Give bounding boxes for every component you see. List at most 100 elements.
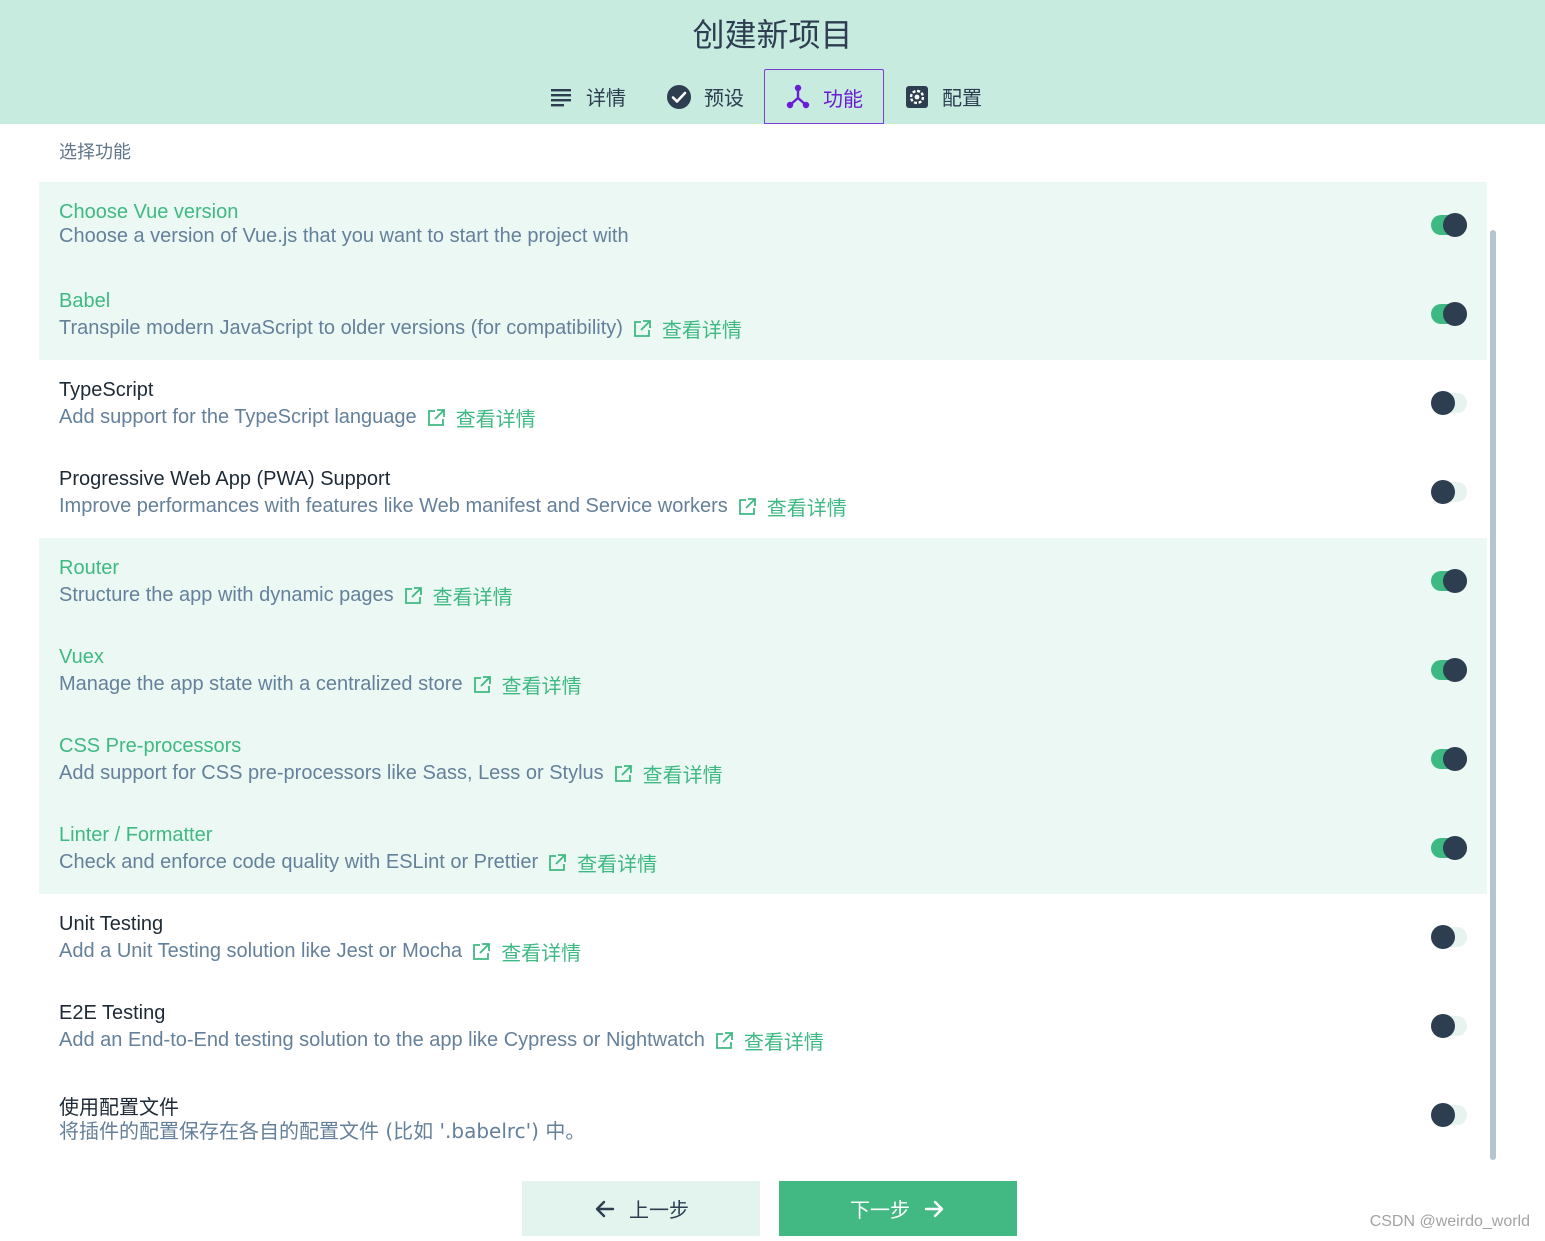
toggle-knob [1431,925,1455,949]
feature-name: Unit Testing [59,913,164,935]
feature-row[interactable]: E2E Testing Add an End-to-End testing sol… [39,983,1487,1072]
feature-description-text: Manage the app state with a centralized … [59,673,463,695]
feature-toggle[interactable] [1431,391,1467,415]
arrow-right-icon [922,1197,946,1221]
feature-description: Add an End-to-End testing solution to th… [59,1026,824,1055]
feature-row[interactable]: Router Structure the app with dynamic pag… [39,538,1487,627]
fork-icon [785,84,811,110]
next-button[interactable]: 下一步 [779,1181,1017,1236]
feature-toggle[interactable] [1431,658,1467,682]
feature-row[interactable]: Choose Vue version Choose a version of Vu… [39,182,1487,271]
scrollbar[interactable] [1490,230,1496,1160]
feature-row[interactable]: Unit Testing Add a Unit Testing solution … [39,894,1487,983]
next-label: 下一步 [850,1198,910,1222]
external-link-icon[interactable] [714,1031,734,1051]
external-link-icon[interactable] [613,764,633,784]
tab-presets[interactable]: 预设 [646,69,764,124]
feature-name: Router [59,557,120,579]
feature-description-text: 将插件的配置保存在各自的配置文件 (比如 '.babelrc') 中。 [59,1119,586,1143]
toggle-knob [1443,569,1467,593]
tab-label: 配置 [942,86,982,110]
more-info-link[interactable]: 查看详情 [433,581,513,610]
feature-name: E2E Testing [59,1002,166,1024]
feature-toggle[interactable] [1431,1103,1467,1127]
feature-toggle[interactable] [1431,747,1467,771]
feature-name: Progressive Web App (PWA) Support [59,468,391,490]
feature-list: Choose Vue version Choose a version of Vu… [39,182,1487,1161]
feature-row[interactable]: CSS Pre-processors Add support for CSS pr… [39,716,1487,805]
feature-description-text: Add a Unit Testing solution like Jest or… [59,940,463,962]
feature-description: Manage the app state with a centralized … [59,670,582,699]
external-link-icon[interactable] [426,408,446,428]
tab-config[interactable]: 配置 [884,69,1002,124]
feature-description-text: Check and enforce code quality with ESLi… [59,851,539,873]
check-circle-icon [666,84,692,110]
arrow-left-icon [593,1197,617,1221]
feature-description: Add support for CSS pre-processors like … [59,759,723,788]
feature-name: Choose Vue version [59,201,239,223]
more-info-link[interactable]: 查看详情 [501,937,581,966]
feature-description-text: Add support for CSS pre-processors like … [59,762,604,784]
toggle-knob [1443,836,1467,860]
more-info-link[interactable]: 查看详情 [744,1026,824,1055]
tab-label: 预设 [704,86,744,110]
feature-description-text: Structure the app with dynamic pages [59,584,394,606]
feature-row[interactable]: Progressive Web App (PWA) Support Improve… [39,449,1487,538]
feature-description-text: Transpile modern JavaScript to older ver… [59,317,623,339]
external-link-icon[interactable] [547,853,567,873]
feature-description: Transpile modern JavaScript to older ver… [59,314,742,343]
feature-description: 将插件的配置保存在各自的配置文件 (比如 '.babelrc') 中。 [59,1115,585,1144]
more-info-link[interactable]: 查看详情 [767,492,847,521]
feature-toggle[interactable] [1431,836,1467,860]
external-link-icon[interactable] [403,586,423,606]
feature-name: Babel [59,290,111,312]
more-info-link[interactable]: 查看详情 [643,759,723,788]
header: 创建新项目 详情 预设 功能 配置 [0,0,1545,124]
feature-toggle[interactable] [1431,302,1467,326]
feature-row[interactable]: Babel Transpile modern JavaScript to olde… [39,271,1487,360]
feature-name: Linter / Formatter [59,824,213,846]
list-icon [548,84,574,110]
toggle-knob [1443,302,1467,326]
toggle-knob [1431,391,1455,415]
feature-description: Improve performances with features like … [59,492,847,521]
feature-row[interactable]: 使用配置文件 将插件的配置保存在各自的配置文件 (比如 '.babelrc') 中… [39,1072,1487,1161]
feature-toggle[interactable] [1431,925,1467,949]
feature-toggle[interactable] [1431,569,1467,593]
feature-description-text: Add an End-to-End testing solution to th… [59,1029,705,1051]
external-link-icon[interactable] [632,319,652,339]
tab-label: 功能 [823,86,863,111]
more-info-link[interactable]: 查看详情 [662,314,742,343]
feature-description-text: Choose a version of Vue.js that you want… [59,225,629,247]
feature-description: Choose a version of Vue.js that you want… [59,225,629,248]
prev-button[interactable]: 上一步 [522,1181,760,1236]
feature-toggle[interactable] [1431,1014,1467,1038]
external-link-icon[interactable] [737,497,757,517]
toggle-knob [1443,747,1467,771]
feature-description-text: Improve performances with features like … [59,495,728,517]
feature-toggle[interactable] [1431,480,1467,504]
feature-row[interactable]: Vuex Manage the app state with a centrali… [39,627,1487,716]
feature-name: CSS Pre-processors [59,735,242,757]
tab-features[interactable]: 功能 [764,69,884,124]
more-info-link[interactable]: 查看详情 [577,848,657,877]
gear-icon [904,84,930,110]
toggle-knob [1443,658,1467,682]
tab-details[interactable]: 详情 [528,69,646,124]
step-tabs: 详情 预设 功能 配置 [528,69,1002,124]
feature-row[interactable]: TypeScript Add support for the TypeScript… [39,360,1487,449]
feature-name: Vuex [59,646,104,668]
toggle-knob [1431,480,1455,504]
external-link-icon[interactable] [472,675,492,695]
feature-name: TypeScript [59,379,154,401]
toggle-knob [1443,213,1467,237]
feature-row[interactable]: Linter / Formatter Check and enforce code… [39,805,1487,894]
prev-label: 上一步 [629,1198,689,1222]
section-label: 选择功能 [59,142,131,160]
more-info-link[interactable]: 查看详情 [456,403,536,432]
feature-toggle[interactable] [1431,213,1467,237]
more-info-link[interactable]: 查看详情 [502,670,582,699]
feature-description: Structure the app with dynamic pages 查看详情 [59,581,513,610]
tab-label: 详情 [586,86,626,110]
external-link-icon[interactable] [471,942,491,962]
